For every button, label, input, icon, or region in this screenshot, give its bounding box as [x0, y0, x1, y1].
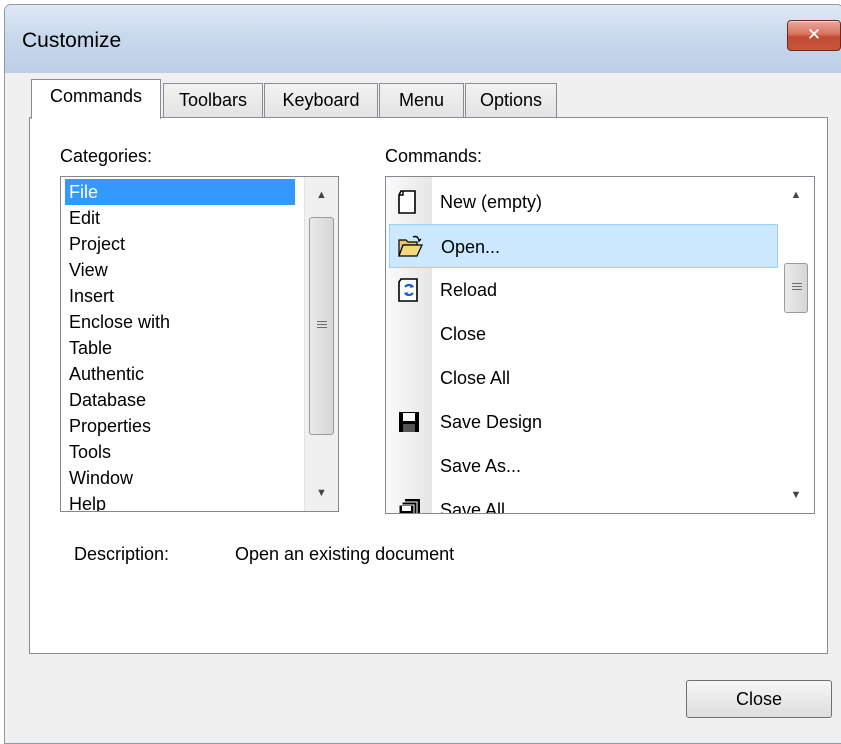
commands-tab-panel: Categories: File Edit Project View Inser… [29, 117, 828, 654]
command-label: Save All [440, 500, 506, 514]
list-item[interactable]: Database [65, 387, 295, 413]
list-item[interactable]: Edit [65, 205, 295, 231]
new-document-icon [398, 190, 416, 214]
commands-scrollbar[interactable]: ▲ ▼ [778, 177, 814, 513]
save-icon [399, 412, 419, 432]
list-item[interactable]: Save Design [386, 400, 778, 444]
save-all-icon [398, 499, 420, 513]
command-label: Reload [440, 280, 498, 300]
tab-keyboard[interactable]: Keyboard [264, 83, 378, 117]
command-label: Open... [441, 237, 501, 257]
commands-label: Commands: [385, 146, 483, 166]
list-item[interactable]: Table [65, 335, 295, 361]
list-item[interactable]: Project [65, 231, 295, 257]
command-label: Close All [440, 368, 511, 388]
tab-toolbars[interactable]: Toolbars [163, 83, 263, 117]
list-item[interactable]: Open... [389, 224, 778, 268]
list-item[interactable]: View [65, 257, 295, 283]
list-item[interactable]: Close All [386, 356, 778, 400]
list-item[interactable]: New (empty) [386, 180, 778, 224]
window-title: Customize [22, 29, 122, 52]
list-item[interactable]: Properties [65, 413, 295, 439]
categories-listbox[interactable]: File Edit Project View Insert Enclose wi… [60, 176, 339, 512]
close-button[interactable]: Close [686, 680, 832, 718]
customize-dialog: Customize ✕ Commands Toolbars Keyboard M… [4, 4, 841, 744]
dialog-client-area: Commands Toolbars Keyboard Menu Options … [13, 73, 835, 743]
list-item[interactable]: Save All [386, 488, 778, 514]
description-label: Description: [74, 544, 170, 564]
grip-icon [317, 321, 327, 330]
scroll-up-arrow-icon[interactable]: ▲ [305, 177, 338, 213]
title-bar[interactable]: Customize ✕ [5, 5, 841, 73]
command-label: Save Design [440, 412, 543, 432]
commands-listbox[interactable]: New (empty) Open... Reload Close Close A… [385, 176, 815, 514]
list-item[interactable]: Save As... [386, 444, 778, 488]
list-item[interactable]: Enclose with [65, 309, 295, 335]
grip-icon [792, 283, 802, 292]
close-window-button[interactable]: ✕ [787, 20, 841, 51]
list-item[interactable]: Help [65, 491, 295, 511]
list-item[interactable]: Tools [65, 439, 295, 465]
close-icon: ✕ [806, 25, 822, 45]
categories-scrollbar[interactable]: ▲ ▼ [304, 177, 338, 511]
reload-icon [398, 278, 418, 302]
description-value: Open an existing document [235, 544, 455, 564]
command-label: Save As... [440, 456, 522, 476]
categories-label: Categories: [60, 146, 153, 166]
list-item[interactable]: Reload [386, 268, 778, 312]
scrollbar-thumb[interactable] [309, 217, 334, 435]
command-label: New (empty) [440, 192, 543, 212]
scrollbar-thumb[interactable] [784, 263, 808, 313]
open-folder-icon [398, 235, 423, 257]
scroll-up-arrow-icon[interactable]: ▲ [778, 177, 814, 213]
list-item[interactable]: Authentic [65, 361, 295, 387]
list-item[interactable]: File [65, 179, 295, 205]
scroll-down-arrow-icon[interactable]: ▼ [778, 477, 814, 513]
scroll-down-arrow-icon[interactable]: ▼ [305, 475, 338, 511]
list-item[interactable]: Window [65, 465, 295, 491]
list-item[interactable]: Close [386, 312, 778, 356]
command-label: Close [440, 324, 487, 344]
tab-commands[interactable]: Commands [31, 79, 161, 119]
list-item[interactable]: Insert [65, 283, 295, 309]
tab-menu[interactable]: Menu [379, 83, 464, 117]
tab-options[interactable]: Options [465, 83, 557, 117]
